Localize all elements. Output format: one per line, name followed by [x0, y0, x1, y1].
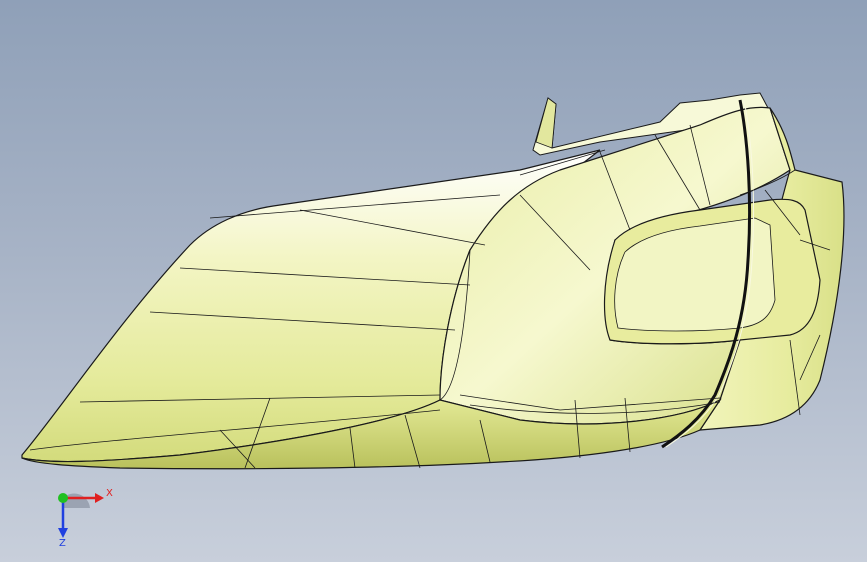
x-axis-label: X — [106, 488, 113, 499]
coordinate-triad: X Z — [58, 488, 113, 548]
top-flange-inner — [535, 97, 557, 149]
3d-model-surface[interactable] — [0, 0, 867, 562]
z-axis-label: Z — [59, 538, 66, 548]
y-axis-origin — [58, 493, 68, 503]
graphics-viewport[interactable]: X Z — [0, 0, 867, 562]
